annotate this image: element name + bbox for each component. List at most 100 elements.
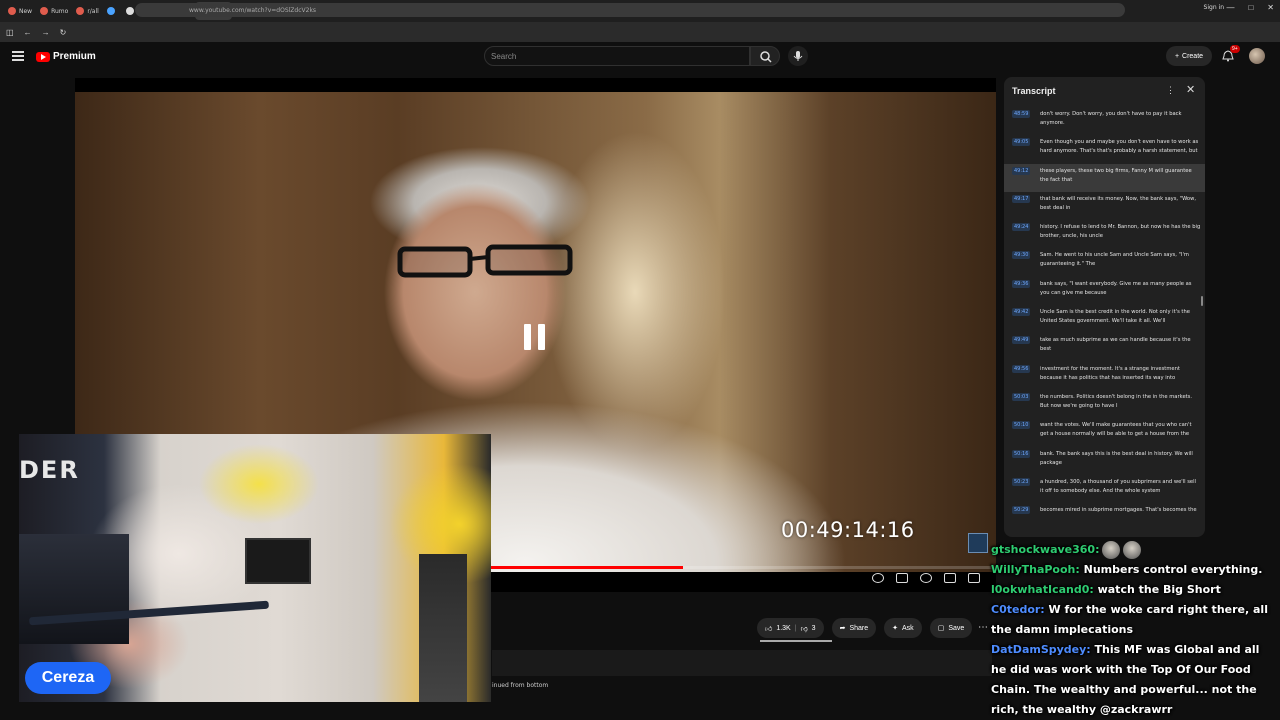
video-info-strip: [492, 650, 992, 676]
transcript-segment[interactable]: 49:30 Sam. He went to his uncle Sam and U…: [1004, 248, 1205, 276]
segment-timestamp[interactable]: 49:17: [1012, 194, 1031, 203]
continued-text: inued from bottom: [492, 682, 549, 689]
chat-username[interactable]: gtshockwave360:: [991, 543, 1099, 556]
transcript-segment[interactable]: 49:12 these players, these two big firms,…: [1004, 163, 1205, 192]
settings-gear-icon[interactable]: [920, 573, 932, 583]
miniplayer-icon[interactable]: [944, 573, 956, 583]
maximize-icon[interactable]: □: [1248, 3, 1253, 12]
chat-message: C0tedor: W for the woke card right there…: [988, 600, 1280, 640]
player-controls: [872, 573, 980, 583]
back-icon[interactable]: ←: [24, 28, 32, 37]
thumbs-down-icon[interactable]: 👎︎: [801, 624, 808, 633]
transcript-segment[interactable]: 49:24 history. I refuse to lend to Mr. Ba…: [1004, 220, 1205, 248]
account-avatar[interactable]: [1249, 48, 1265, 64]
chat-username[interactable]: C0tedor:: [991, 603, 1045, 616]
transcript-segment[interactable]: 48:59 don't worry. Don't worry, you don't…: [1004, 107, 1205, 135]
menu-icon[interactable]: [12, 51, 24, 61]
video-timecode: 00:49:14:16: [781, 518, 915, 542]
fullscreen-icon[interactable]: [968, 573, 980, 583]
sign-in-button[interactable]: Sign in: [1204, 4, 1224, 11]
transcript-segment[interactable]: 49:49 take as much subprime as we can han…: [1004, 333, 1205, 361]
channel-logo-icon: [968, 533, 988, 553]
captions-icon[interactable]: [896, 573, 908, 583]
chat-overlay: gtshockwave360: WillyThaPooh: Numbers con…: [988, 540, 1280, 720]
segment-timestamp[interactable]: 48:59: [1012, 110, 1031, 118]
search-input[interactable]: Search: [484, 46, 750, 66]
transcript-segment[interactable]: 49:05 Even though you and maybe you don't…: [1004, 135, 1205, 163]
chat-message: l0okwhatIcand0: watch the Big Short: [988, 580, 1280, 600]
segment-text: Even though you and maybe you don't even…: [1040, 139, 1199, 155]
segment-text: Sam. He went to his uncle Sam and Uncle …: [1040, 252, 1189, 268]
transcript-segment[interactable]: 50:03 the numbers. Politics doesn't belon…: [1004, 390, 1205, 418]
sidebar-toggle-icon[interactable]: ◫: [6, 28, 14, 37]
segment-timestamp[interactable]: 49:24: [1012, 223, 1031, 232]
url-field[interactable]: www.youtube.com/watch?v=dOSlZdcV2ks: [135, 3, 1125, 17]
segment-timestamp[interactable]: 50:10: [1012, 421, 1031, 430]
segment-text: take as much subprime as we can handle b…: [1040, 337, 1191, 353]
browser-tab[interactable]: Rumo: [36, 2, 72, 20]
tab-label: r/all: [87, 7, 99, 15]
stand: [419, 554, 467, 702]
segment-timestamp[interactable]: 49:30: [1012, 251, 1031, 260]
segment-text: Uncle Sam is the best credit in the worl…: [1040, 309, 1190, 325]
tab-favicon-icon: [8, 7, 16, 15]
segment-text: that bank will receive its money. Now, t…: [1040, 195, 1196, 211]
like-button[interactable]: 👍︎ 1.3K | 👎︎ 3: [757, 618, 824, 638]
close-icon[interactable]: ✕: [1186, 83, 1195, 96]
transcript-segment[interactable]: 50:23 a hundred, 300, a thousand of you s…: [1004, 475, 1205, 503]
autoplay-icon[interactable]: [872, 573, 884, 583]
close-window-icon[interactable]: ✕: [1267, 3, 1274, 12]
chat-emote-icon: [1123, 541, 1142, 559]
segment-timestamp[interactable]: 49:56: [1012, 364, 1031, 373]
segment-timestamp[interactable]: 50:16: [1012, 449, 1031, 458]
bookmark-icon: ▢: [937, 625, 945, 632]
transcript-segment[interactable]: 50:29 becomes mired in subprime mortgages…: [1004, 503, 1205, 531]
tab-label: Rumo: [51, 7, 69, 15]
share-button[interactable]: ➦ Share: [831, 618, 877, 638]
segment-timestamp[interactable]: 49:42: [1012, 308, 1031, 317]
more-actions-icon[interactable]: ⋯: [978, 622, 988, 633]
ask-label: Ask: [902, 624, 914, 632]
segment-timestamp[interactable]: 50:23: [1012, 477, 1031, 486]
segment-timestamp[interactable]: 49:05: [1012, 138, 1031, 147]
segment-text: bank. The bank says this is the best dea…: [1040, 450, 1193, 466]
chat-username[interactable]: WillyThaPooh:: [991, 563, 1080, 576]
transcript-panel: Transcript ⋮ ✕ 48:59 don't worry. Don't w…: [1004, 77, 1205, 537]
transcript-segment[interactable]: 49:42 Uncle Sam is the best credit in the…: [1004, 305, 1205, 333]
transcript-scrollbar[interactable]: [1201, 296, 1203, 306]
forward-icon[interactable]: →: [42, 28, 50, 37]
transcript-segment[interactable]: 49:56 investment for the moment. It's a s…: [1004, 362, 1205, 390]
segment-timestamp[interactable]: 50:29: [1012, 506, 1031, 515]
screen: NewRumor/all(21) N(21) J(7)×gold(21) R(2…: [0, 0, 1280, 720]
transcript-segment[interactable]: 50:10 want the votes. We'll make guarante…: [1004, 418, 1205, 446]
search-button[interactable]: [750, 46, 780, 66]
save-button[interactable]: ▢ Save: [929, 618, 973, 638]
segment-timestamp[interactable]: 49:12: [1012, 166, 1031, 175]
browser-tab[interactable]: r/all: [72, 2, 103, 20]
youtube-header: Premium Search + Create 9+: [0, 42, 1280, 72]
glasses-shape: [397, 244, 573, 278]
pause-icon[interactable]: [524, 324, 546, 350]
browser-tab[interactable]: New: [4, 2, 36, 20]
segment-timestamp[interactable]: 50:03: [1012, 392, 1031, 401]
tab-favicon-icon: [106, 7, 115, 15]
share-icon: ➦: [839, 625, 846, 632]
ask-button[interactable]: ✦ Ask: [884, 618, 922, 638]
transcript-segment[interactable]: 50:16 bank. The bank says this is the bes…: [1004, 447, 1205, 475]
minimize-icon[interactable]: —: [1226, 3, 1234, 12]
chat-username[interactable]: l0okwhatIcand0:: [991, 583, 1094, 596]
transcript-list: 48:59 don't worry. Don't worry, you don't…: [1004, 107, 1205, 531]
kebab-menu-icon[interactable]: ⋮: [1166, 85, 1175, 96]
reload-icon[interactable]: ↻: [60, 28, 67, 37]
voice-search-button[interactable]: [788, 46, 808, 66]
shelf: [19, 534, 129, 644]
segment-timestamp[interactable]: 49:36: [1012, 279, 1031, 288]
transcript-segment[interactable]: 49:17 that bank will receive its money. N…: [1004, 192, 1205, 220]
create-button[interactable]: + Create: [1166, 46, 1212, 66]
browser-tab[interactable]: [103, 2, 122, 20]
microphone-icon: [793, 51, 803, 61]
chat-username[interactable]: DatDamSpydey:: [991, 643, 1091, 656]
segment-timestamp[interactable]: 49:49: [1012, 336, 1031, 345]
youtube-logo[interactable]: Premium: [36, 51, 96, 62]
transcript-segment[interactable]: 49:36 bank says, "I want everybody. Give …: [1004, 277, 1205, 305]
